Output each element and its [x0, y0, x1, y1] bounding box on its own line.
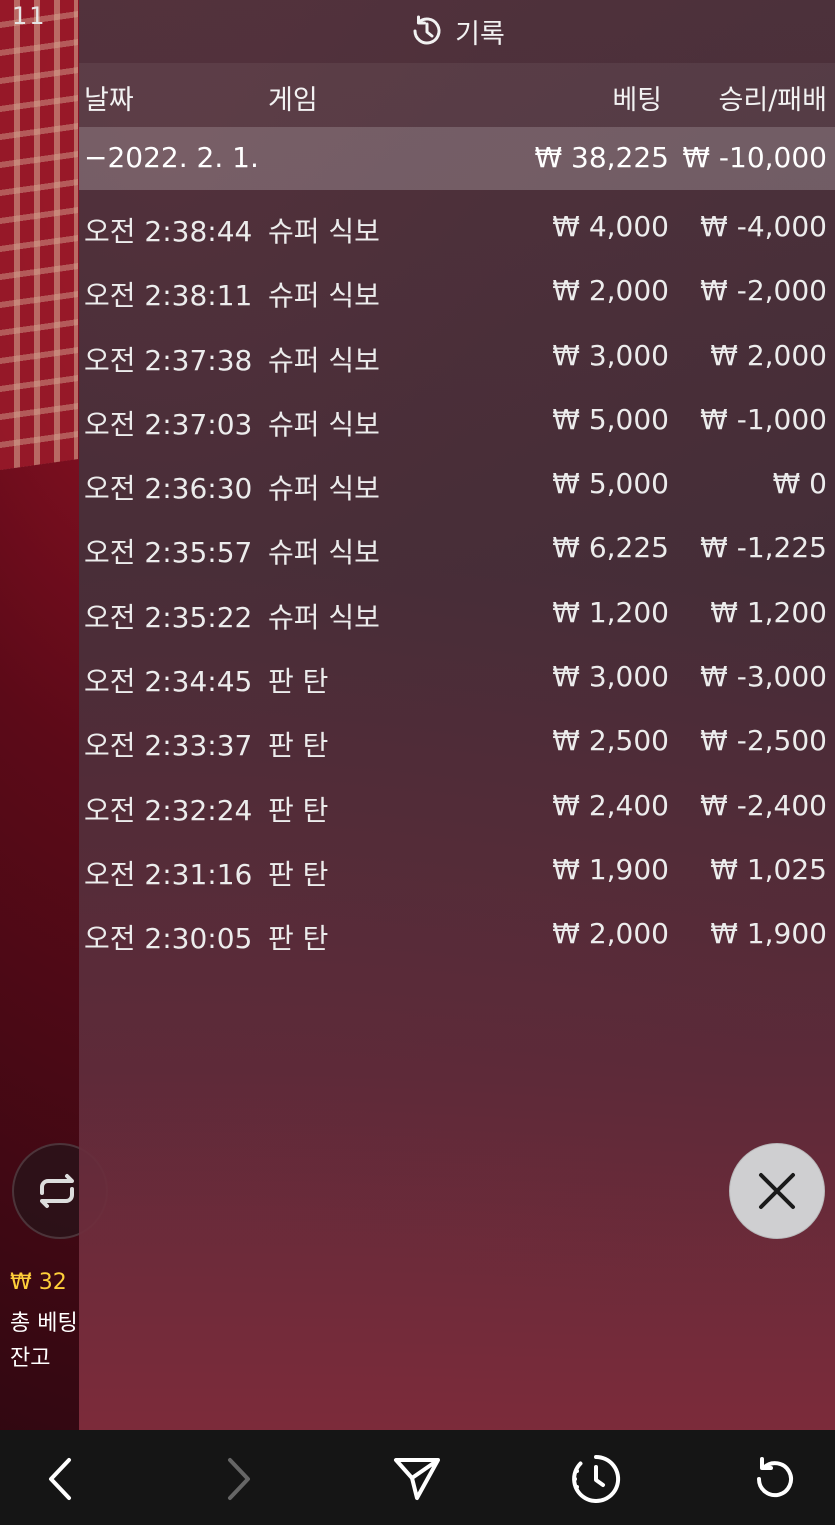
history-row[interactable]: 오전 2:31:16 판 탄 ₩ 1,900 ₩ 1,025: [79, 839, 835, 903]
back-button[interactable]: [33, 1452, 87, 1506]
date-group-row[interactable]: −2022. 2. 1. ₩ 38,225 ₩ -10,000: [79, 127, 835, 190]
row-game: 슈퍼 식보: [268, 343, 380, 377]
row-game: 슈퍼 식보: [268, 215, 380, 248]
timer-icon: [572, 1454, 621, 1503]
total-bet-label: 총 베팅: [10, 1311, 78, 1336]
row-time: 오전 2:38:11: [84, 279, 253, 313]
row-result: ₩ -1,000: [700, 402, 827, 436]
history-row[interactable]: 오전 2:36:30 슈퍼 식보 ₩ 5,000 ₩ 0: [79, 453, 835, 517]
row-result: ₩ 1,025: [710, 852, 827, 886]
row-bet: ₩ 2,500: [552, 724, 669, 758]
reload-button[interactable]: [748, 1452, 802, 1506]
row-bet: ₩ 3,000: [552, 338, 669, 372]
history-row[interactable]: 오전 2:33:37 판 탄 ₩ 2,500 ₩ -2,500: [79, 710, 835, 774]
row-result: ₩ 1,900: [710, 917, 827, 951]
row-bet: ₩ 2,400: [552, 788, 669, 822]
column-bet: 베팅: [612, 85, 662, 116]
column-game: 게임: [268, 85, 318, 116]
row-time: 오전 2:30:05: [84, 922, 253, 956]
row-game: 판 탄: [268, 665, 329, 699]
row-game: 슈퍼 식보: [268, 279, 380, 313]
row-result: ₩ -1,225: [700, 531, 827, 565]
row-bet: ₩ 1,900: [552, 852, 669, 886]
date-group-result: ₩ -10,000: [682, 141, 827, 174]
row-result: ₩ -2,500: [700, 724, 827, 758]
row-time: 오전 2:35:57: [84, 536, 253, 570]
close-icon: [759, 1173, 795, 1209]
history-row[interactable]: 오전 2:38:11 슈퍼 식보 ₩ 2,000 ₩ -2,000: [79, 260, 835, 324]
repeat-icon: [40, 1174, 74, 1208]
column-result: 승리/패배: [718, 85, 827, 116]
row-game: 슈퍼 식보: [268, 536, 380, 570]
send-icon: [394, 1458, 440, 1500]
lattice-decoration: [0, 0, 78, 471]
forward-button[interactable]: [212, 1452, 266, 1506]
row-time: 오전 2:32:24: [84, 793, 253, 827]
history-row[interactable]: 오전 2:30:05 판 탄 ₩ 2,000 ₩ 1,900: [79, 903, 835, 967]
row-result: ₩ -2,000: [700, 274, 827, 308]
row-game: 판 탄: [268, 922, 329, 956]
history-row[interactable]: 오전 2:35:57 슈퍼 식보 ₩ 6,225 ₩ -1,225: [79, 517, 835, 581]
row-time: 오전 2:36:30: [84, 472, 253, 506]
row-result: ₩ -4,000: [700, 210, 827, 243]
panel-header: 기록: [79, 0, 835, 62]
chevron-left-icon: [49, 1458, 71, 1500]
bottom-nav-bar: [0, 1430, 835, 1525]
history-row[interactable]: 오전 2:38:44 슈퍼 식보 ₩ 4,000 ₩ -4,000: [79, 196, 835, 260]
row-result: ₩ -3,000: [700, 660, 827, 694]
row-time: 오전 2:33:37: [84, 729, 253, 763]
row-game: 판 탄: [268, 857, 329, 891]
remaining-label: 잔고: [10, 1346, 51, 1371]
date-group-bet: ₩ 38,225: [534, 141, 669, 174]
row-bet: ₩ 4,000: [552, 210, 669, 243]
row-result: ₩ -2,400: [700, 788, 827, 822]
history-row[interactable]: 오전 2:34:45 판 탄 ₩ 3,000 ₩ -3,000: [79, 646, 835, 710]
history-row[interactable]: 오전 2:37:03 슈퍼 식보 ₩ 5,000 ₩ -1,000: [79, 389, 835, 453]
history-panel: 기록 날짜 게임 베팅 승리/패배 −2022. 2. 1. ₩ 38,225 …: [79, 0, 835, 1430]
row-game: 슈퍼 식보: [268, 600, 380, 634]
row-time: 오전 2:35:22: [84, 600, 253, 634]
row-time: 오전 2:34:45: [84, 665, 253, 699]
clock-history-icon: [413, 15, 441, 45]
row-time: 오전 2:38:44: [84, 215, 253, 248]
row-game: 슈퍼 식보: [268, 472, 380, 506]
row-time: 오전 2:37:38: [84, 343, 253, 377]
row-game: 판 탄: [268, 793, 329, 827]
date-group-label: −2022. 2. 1.: [84, 141, 259, 174]
history-row[interactable]: 오전 2:37:38 슈퍼 식보 ₩ 3,000 ₩ 2,000: [79, 325, 835, 389]
row-result: ₩ 2,000: [710, 338, 827, 372]
column-date: 날짜: [84, 85, 134, 116]
history-list: 오전 2:38:44 슈퍼 식보 ₩ 4,000 ₩ -4,000 오전 2:38:1…: [79, 196, 835, 968]
history-row[interactable]: 오전 2:32:24 판 탄 ₩ 2,400 ₩ -2,400: [79, 775, 835, 839]
row-bet: ₩ 2,000: [552, 274, 669, 308]
balance-text: ₩ 32: [10, 1270, 67, 1295]
timer-button[interactable]: [569, 1452, 623, 1506]
panel-title: 기록: [455, 18, 505, 50]
row-bet: ₩ 6,225: [552, 531, 669, 565]
row-time: 오전 2:31:16: [84, 857, 253, 891]
row-bet: ₩ 5,000: [552, 467, 669, 501]
row-time: 오전 2:37:03: [84, 407, 253, 441]
row-game: 슈퍼 식보: [268, 407, 380, 441]
chevron-right-icon: [228, 1458, 250, 1500]
reload-icon: [756, 1457, 793, 1498]
history-row[interactable]: 오전 2:35:22 슈퍼 식보 ₩ 1,200 ₩ 1,200: [79, 582, 835, 646]
row-result: ₩ 1,200: [710, 595, 827, 629]
close-button[interactable]: [729, 1143, 825, 1239]
row-result: ₩ 0: [772, 467, 827, 501]
row-bet: ₩ 3,000: [552, 660, 669, 694]
row-bet: ₩ 1,200: [552, 595, 669, 629]
column-header: 날짜 게임 베팅 승리/패배: [79, 63, 835, 127]
row-bet: ₩ 2,000: [552, 917, 669, 951]
share-button[interactable]: [390, 1452, 444, 1506]
row-game: 판 탄: [268, 729, 329, 763]
row-bet: ₩ 5,000: [552, 402, 669, 436]
status-time: 11: [12, 2, 47, 30]
